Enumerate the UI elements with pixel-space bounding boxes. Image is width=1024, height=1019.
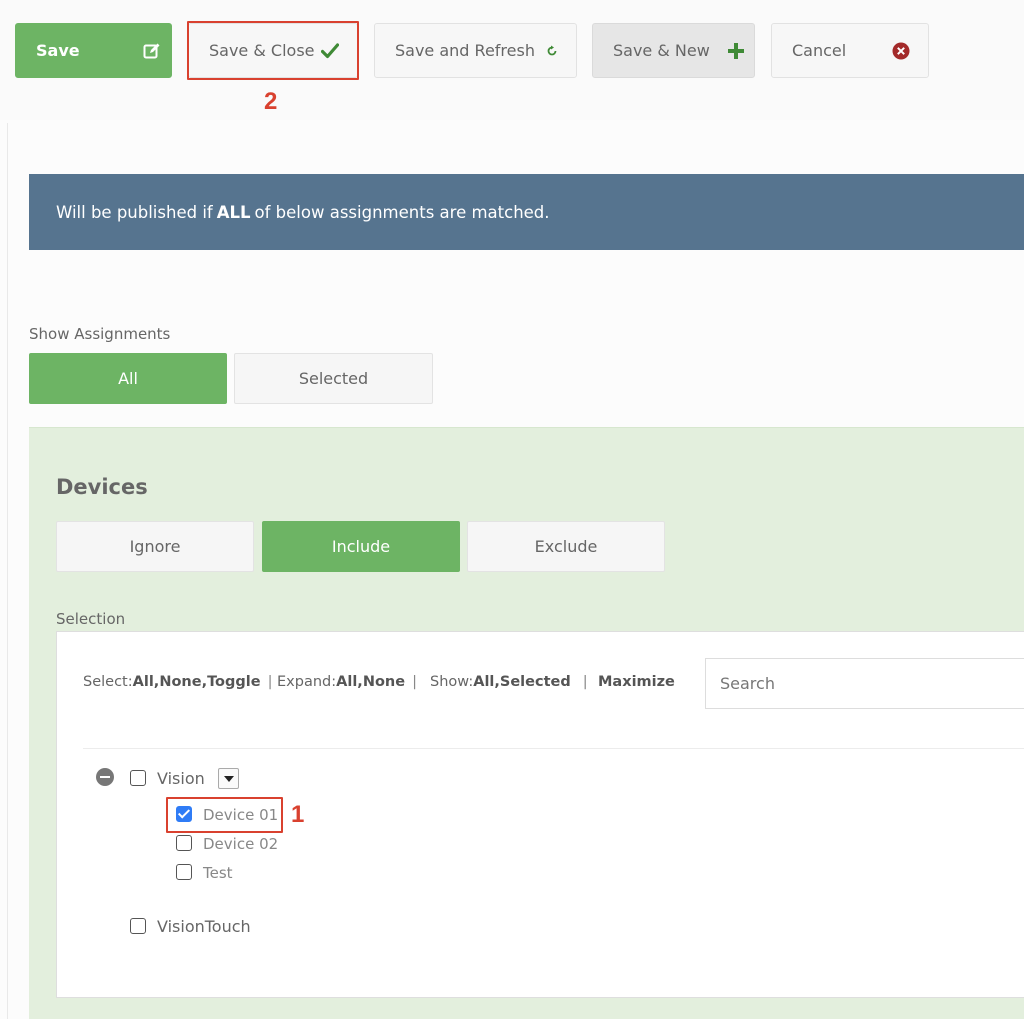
- callout-number-2: 2: [264, 88, 278, 115]
- publish-condition-banner: Will be published if ALL of below assign…: [29, 174, 1024, 250]
- checkbox-device-02[interactable]: [176, 835, 192, 851]
- tree-divider: [83, 748, 1024, 749]
- tree-label-visiontouch: VisionTouch: [157, 917, 251, 936]
- select-toggle-link[interactable]: Toggle: [207, 674, 261, 690]
- show-all-button[interactable]: All: [29, 353, 227, 404]
- include-button[interactable]: Include: [262, 521, 460, 572]
- selection-label: Selection: [56, 610, 126, 628]
- banner-text-bold: ALL: [216, 202, 251, 222]
- caret-down-icon[interactable]: [218, 768, 239, 789]
- tree-label-vision: Vision: [157, 769, 205, 788]
- save-and-refresh-label: Save and Refresh: [395, 41, 535, 60]
- checkbox-test[interactable]: [176, 864, 192, 880]
- select-prefix: Select:: [83, 674, 133, 690]
- search-input[interactable]: [705, 658, 1024, 709]
- show-tools: Show:All,Selected |: [430, 674, 588, 690]
- checkbox-visiontouch[interactable]: [130, 918, 146, 934]
- plus-icon: [726, 41, 746, 61]
- edit-icon: [143, 42, 161, 60]
- exclude-button[interactable]: Exclude: [467, 521, 665, 572]
- save-and-new-label: Save & New: [613, 41, 710, 60]
- maximize-link[interactable]: Maximize: [598, 674, 675, 690]
- callout-box-device-01: [166, 797, 283, 833]
- separator: |: [267, 674, 273, 690]
- devices-title: Devices: [56, 475, 148, 499]
- save-and-refresh-button[interactable]: Save and Refresh: [374, 23, 577, 78]
- tree-label-test: Test: [203, 864, 233, 882]
- maximize-label: Maximize: [598, 674, 675, 690]
- show-prefix: Show:: [430, 674, 474, 690]
- checkbox-vision[interactable]: [130, 770, 146, 786]
- toolbar: Save Save & Close Save and Refresh Save …: [0, 0, 1024, 120]
- banner-text-pre: Will be published if: [56, 202, 213, 222]
- callout-number-1: 1: [291, 801, 305, 828]
- expand-all-link[interactable]: All: [336, 674, 357, 690]
- save-button[interactable]: Save: [15, 23, 172, 78]
- ignore-button[interactable]: Ignore: [56, 521, 254, 572]
- show-assignments-label: Show Assignments: [29, 325, 171, 343]
- expand-tools: Expand:All,None |: [277, 674, 417, 690]
- save-and-new-button[interactable]: Save & New: [592, 23, 755, 78]
- banner-text-post: of below assignments are matched.: [254, 202, 550, 222]
- expand-prefix: Expand:: [277, 674, 337, 690]
- left-divider: [7, 123, 8, 1019]
- show-selected-button[interactable]: Selected: [234, 353, 433, 404]
- select-all-link[interactable]: All: [133, 674, 154, 690]
- show-selected-link[interactable]: Selected: [500, 674, 571, 690]
- show-all-link[interactable]: All: [473, 674, 494, 690]
- callout-box-save-close: [187, 21, 359, 80]
- close-circle-icon: [892, 42, 910, 60]
- separator: |: [412, 674, 417, 690]
- select-tools: Select:All,None,Toggle |: [83, 674, 272, 690]
- tree-label-device-02: Device 02: [203, 835, 279, 853]
- cancel-label: Cancel: [792, 41, 847, 60]
- minus-circle-icon[interactable]: [96, 768, 114, 786]
- expand-none-link[interactable]: None: [363, 674, 405, 690]
- save-button-label: Save: [36, 41, 80, 60]
- select-none-link[interactable]: None: [159, 674, 201, 690]
- cancel-button[interactable]: Cancel: [771, 23, 929, 78]
- refresh-icon: [546, 45, 558, 57]
- separator: |: [582, 674, 588, 690]
